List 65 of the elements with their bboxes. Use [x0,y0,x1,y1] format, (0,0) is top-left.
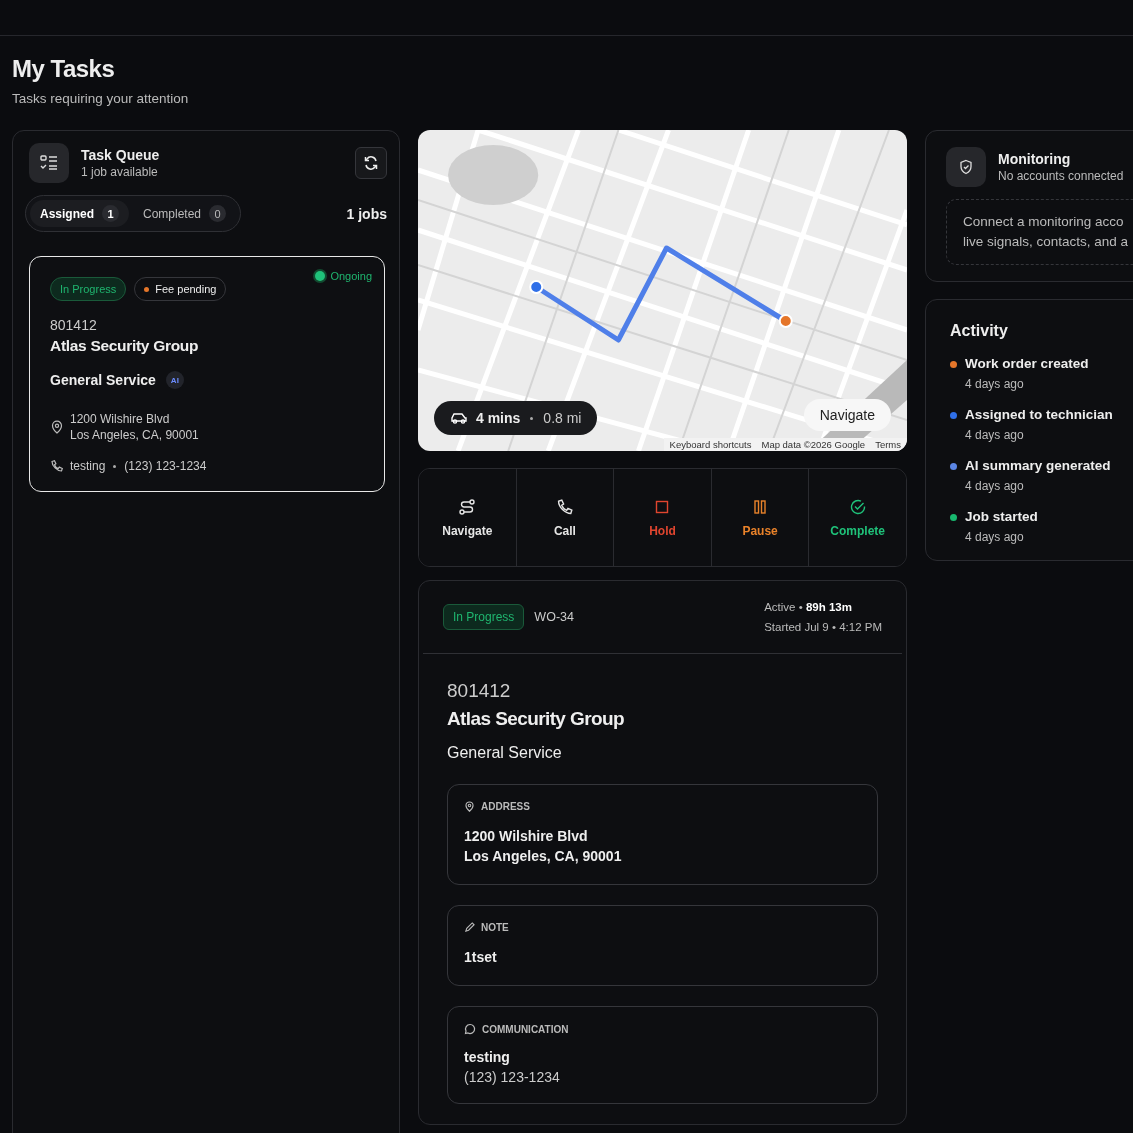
job-number: 801412 [447,680,512,702]
activity-label: AI summary generated [965,458,1111,473]
location-pin-icon [464,801,475,812]
pencil-icon [464,922,475,933]
work-order-id: WO-34 [534,610,574,624]
activity-time: 4 days ago [965,479,1025,493]
phone-icon [555,497,574,516]
phone-icon [50,459,64,473]
task-card[interactable]: In Progress Fee pending Ongoing 801412 Atlas Security Group General Service AI 1200 Wilshire Blvd Los Angeles, CA, 90001 testing (123) 123-1234 [29,256,385,492]
chat-bubble-icon [464,1023,476,1035]
note-text: 1tset [464,948,498,967]
section-label: COMMUNICATION [482,1023,569,1035]
address-text: 1200 Wilshire Blvd Los Angeles, CA, 90001 [70,411,199,443]
active-duration: Active • 89h 13m [764,600,853,615]
activity-label: Assigned to technician [965,407,1113,422]
contact-phone: (123) 123-1234 [464,1069,561,1085]
route-distance: 0.8 mi [543,410,582,426]
navigate-button[interactable]: Navigate [419,469,517,566]
service-type: General Service [50,372,156,388]
job-count: 1 jobs [346,205,387,222]
contact-name: testing [70,459,106,473]
card-subtitle: No accounts connected [998,169,1125,183]
service-type: General Service [447,744,563,762]
status-badge: In Progress [50,277,127,301]
page-title: My Tasks [12,55,116,83]
panel-subtitle: 1 job available [81,165,159,179]
navigate-button[interactable]: Navigate [803,399,891,431]
tab[interactable]: Completed 0 [133,200,237,227]
empty-state-message: Connect a monitoring acco live signals, contacts, and a [946,199,1133,265]
shield-icon [946,147,986,187]
start-time: Started Jul 9 • 4:12 PM [764,620,882,635]
checklist-icon [29,143,69,183]
map-attribution-link[interactable]: Terms [875,439,901,450]
refresh-icon [363,155,379,171]
location-pin-icon [50,420,64,434]
activity-label: Job started [965,509,1038,524]
card-title: Monitoring [998,151,1072,167]
contact-phone: (123) 123-1234 [124,459,207,473]
job-number: 801412 [50,317,98,333]
check-circle-icon [848,497,867,516]
activity-time: 4 days ago [965,428,1025,442]
contact-name: testing [464,1049,511,1065]
eta-time: 4 mins [476,410,521,426]
map-attribution-link[interactable]: Keyboard shortcuts [669,439,752,450]
status-badge: In Progress [443,604,525,630]
map-attribution-link[interactable]: Map data ©2026 Google [761,439,866,450]
ai-badge: AI [165,371,184,389]
separator-dot [113,464,117,468]
car-icon [450,411,468,425]
customer-name: Atlas Security Group [447,708,625,730]
separator-dot [530,416,534,420]
refresh-button[interactable] [355,147,387,179]
section-label: ADDRESS [481,801,530,812]
route-icon [458,497,477,516]
ongoing-status: Ongoing [315,270,372,282]
card-title: Activity [950,322,1009,340]
address-text: 1200 Wilshire Blvd Los Angeles, CA, 90001 [464,827,623,866]
activity-label: Work order created [965,356,1089,371]
page-subtitle: Tasks requiring your attention [12,91,190,106]
panel-title: Task Queue [81,147,161,163]
section-label: NOTE [481,922,509,933]
tab[interactable]: Assigned 1 [30,200,129,227]
activity-time: 4 days ago [965,377,1025,391]
activity-time: 4 days ago [965,530,1025,544]
customer-name: Atlas Security Group [50,337,200,355]
